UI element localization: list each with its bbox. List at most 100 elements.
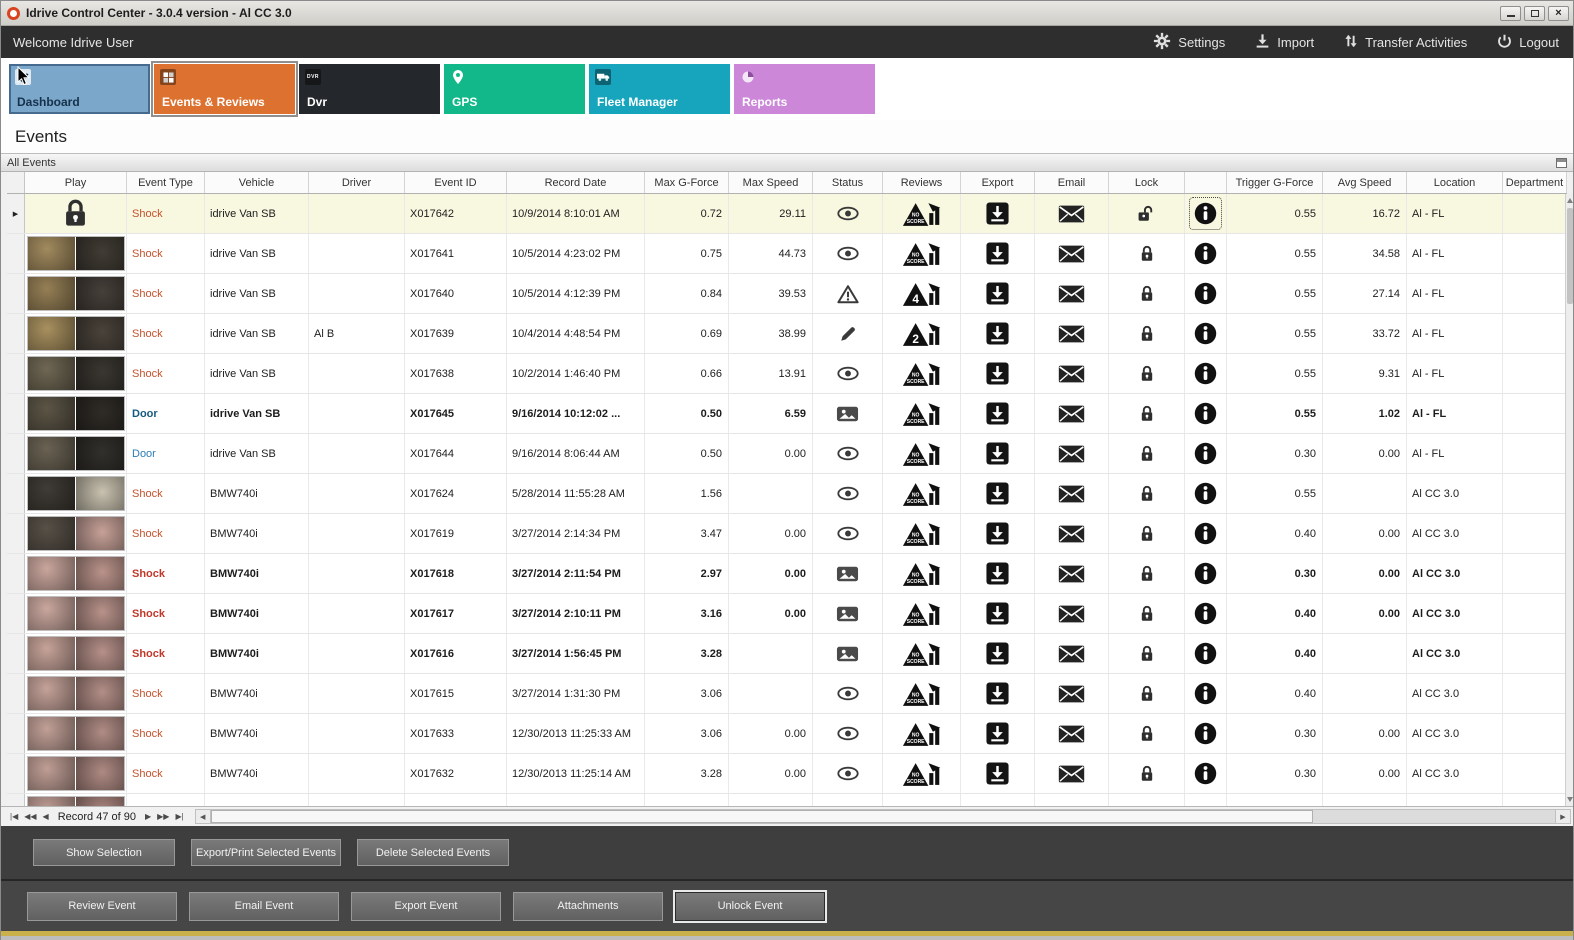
col-trigger-gforce[interactable]: Trigger G-Force bbox=[1227, 172, 1323, 193]
cell-email[interactable] bbox=[1035, 434, 1109, 473]
col-avg-speed[interactable]: Avg Speed bbox=[1323, 172, 1407, 193]
cell-email[interactable] bbox=[1035, 274, 1109, 313]
cell-reviews[interactable]: NO SCORE bbox=[883, 554, 961, 593]
scroll-left-icon[interactable]: ◀ bbox=[195, 810, 211, 823]
popout-icon[interactable] bbox=[1556, 157, 1567, 168]
transfer-activities-button[interactable]: Transfer Activities bbox=[1344, 33, 1467, 52]
prev-record-icon[interactable]: ◀ bbox=[43, 812, 49, 821]
minimize-button[interactable] bbox=[1500, 5, 1521, 21]
cell-lock[interactable] bbox=[1109, 514, 1185, 553]
cell-export[interactable] bbox=[961, 354, 1035, 393]
export-event-button[interactable]: Export Event bbox=[351, 891, 501, 921]
cell-play[interactable] bbox=[25, 514, 127, 553]
cell-info[interactable] bbox=[1185, 434, 1227, 473]
cell-status[interactable] bbox=[813, 634, 883, 673]
table-row[interactable]: Shock BMW740i X017619 3/27/2014 2:14:34 … bbox=[7, 514, 1567, 554]
cell-status[interactable] bbox=[813, 794, 883, 806]
cell-export[interactable] bbox=[961, 234, 1035, 273]
event-thumbnail[interactable] bbox=[27, 317, 124, 350]
cell-lock[interactable] bbox=[1109, 754, 1185, 793]
cell-export[interactable] bbox=[961, 514, 1035, 553]
cell-info[interactable] bbox=[1185, 514, 1227, 553]
tab-dvr[interactable]: DVR Dvr bbox=[299, 64, 440, 114]
export-print-selected-button[interactable]: Export/Print Selected Events bbox=[191, 839, 341, 866]
col-email[interactable]: Email bbox=[1035, 172, 1109, 193]
event-thumbnail[interactable] bbox=[27, 397, 124, 430]
table-row[interactable]: Shock BMW740i X017617 3/27/2014 2:10:11 … bbox=[7, 594, 1567, 634]
cell-lock[interactable] bbox=[1109, 794, 1185, 806]
cell-play[interactable] bbox=[25, 194, 127, 233]
col-driver[interactable]: Driver bbox=[309, 172, 405, 193]
cell-reviews[interactable]: NO SCORE bbox=[883, 474, 961, 513]
table-row[interactable]: Shock BMW740i X017632 12/30/2013 11:25:1… bbox=[7, 754, 1567, 794]
cell-reviews[interactable]: NO SCORE bbox=[883, 674, 961, 713]
cell-info[interactable] bbox=[1185, 754, 1227, 793]
cell-info[interactable] bbox=[1185, 674, 1227, 713]
cell-export[interactable] bbox=[961, 674, 1035, 713]
cell-lock[interactable] bbox=[1109, 194, 1185, 233]
table-row[interactable]: Shock BMW740i X017624 5/28/2014 11:55:28… bbox=[7, 474, 1567, 514]
cell-email[interactable] bbox=[1035, 634, 1109, 673]
cell-status[interactable] bbox=[813, 394, 883, 433]
cell-play[interactable] bbox=[25, 474, 127, 513]
col-play[interactable]: Play bbox=[25, 172, 127, 193]
review-event-button[interactable]: Review Event bbox=[27, 891, 177, 921]
cell-info[interactable] bbox=[1185, 314, 1227, 353]
cell-export[interactable] bbox=[961, 194, 1035, 233]
cell-info[interactable] bbox=[1185, 274, 1227, 313]
cell-export[interactable] bbox=[961, 274, 1035, 313]
tab-reports[interactable]: Reports bbox=[734, 64, 875, 114]
cell-reviews[interactable]: NO SCORE bbox=[883, 434, 961, 473]
event-thumbnail[interactable] bbox=[27, 517, 124, 550]
col-event-id[interactable]: Event ID bbox=[405, 172, 507, 193]
unlock-event-button[interactable]: Unlock Event bbox=[675, 891, 825, 921]
cell-play[interactable] bbox=[25, 594, 127, 633]
cell-play[interactable] bbox=[25, 714, 127, 753]
cell-info[interactable] bbox=[1185, 634, 1227, 673]
event-thumbnail[interactable] bbox=[27, 637, 124, 670]
cell-lock[interactable] bbox=[1109, 394, 1185, 433]
cell-status[interactable] bbox=[813, 194, 883, 233]
next-record-icon[interactable]: ▶ bbox=[145, 812, 151, 821]
cell-email[interactable] bbox=[1035, 234, 1109, 273]
cell-email[interactable] bbox=[1035, 314, 1109, 353]
cell-email[interactable] bbox=[1035, 514, 1109, 553]
cell-lock[interactable] bbox=[1109, 314, 1185, 353]
cell-export[interactable] bbox=[961, 594, 1035, 633]
table-row[interactable]: Shock BMW740i X017633 12/30/2013 11:25:3… bbox=[7, 714, 1567, 754]
cell-email[interactable] bbox=[1035, 394, 1109, 433]
tab-gps[interactable]: GPS bbox=[444, 64, 585, 114]
cell-export[interactable] bbox=[961, 634, 1035, 673]
cell-email[interactable] bbox=[1035, 754, 1109, 793]
delete-selected-button[interactable]: Delete Selected Events bbox=[357, 839, 509, 866]
cell-lock[interactable] bbox=[1109, 354, 1185, 393]
cell-email[interactable] bbox=[1035, 794, 1109, 806]
last-record-icon[interactable]: ▶| bbox=[175, 812, 183, 821]
cell-reviews[interactable]: NO SCORE bbox=[883, 754, 961, 793]
cell-export[interactable] bbox=[961, 474, 1035, 513]
col-location[interactable]: Location bbox=[1407, 172, 1503, 193]
cell-export[interactable] bbox=[961, 394, 1035, 433]
cell-lock[interactable] bbox=[1109, 594, 1185, 633]
scroll-right-icon[interactable]: ▶ bbox=[1555, 810, 1570, 823]
cell-reviews[interactable]: 4 bbox=[883, 274, 961, 313]
tab-events-reviews[interactable]: Events & Reviews bbox=[151, 61, 298, 117]
cell-play[interactable] bbox=[25, 234, 127, 273]
cell-status[interactable] bbox=[813, 514, 883, 553]
cell-info[interactable] bbox=[1185, 554, 1227, 593]
event-thumbnail[interactable] bbox=[27, 677, 124, 710]
cell-reviews[interactable] bbox=[883, 794, 961, 806]
logout-button[interactable]: Logout bbox=[1497, 33, 1559, 52]
show-selection-button[interactable]: Show Selection bbox=[33, 839, 175, 866]
horizontal-scrollbar[interactable]: ◀ ▶ bbox=[194, 809, 1571, 824]
maximize-button[interactable] bbox=[1524, 5, 1545, 21]
cell-info[interactable] bbox=[1185, 394, 1227, 433]
cell-email[interactable] bbox=[1035, 674, 1109, 713]
cell-status[interactable] bbox=[813, 314, 883, 353]
cell-email[interactable] bbox=[1035, 354, 1109, 393]
cell-reviews[interactable]: NO SCORE bbox=[883, 714, 961, 753]
cell-info[interactable] bbox=[1185, 194, 1227, 233]
cell-export[interactable] bbox=[961, 714, 1035, 753]
cell-play[interactable] bbox=[25, 794, 127, 806]
col-vehicle[interactable]: Vehicle bbox=[205, 172, 309, 193]
